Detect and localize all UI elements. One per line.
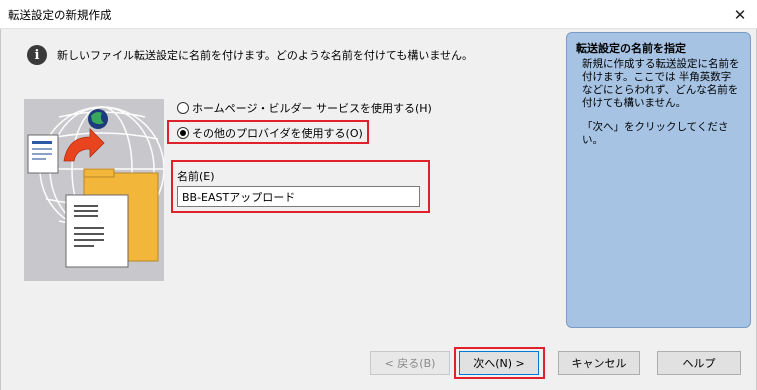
wizard-illustration [24, 99, 164, 281]
close-icon[interactable]: ✕ [723, 0, 757, 29]
radio-use-other-provider[interactable]: その他のプロバイダを使用する(O) [177, 125, 363, 141]
radio-label: ホームページ・ビルダー サービスを使用する(H) [192, 102, 432, 115]
radio-button-selected[interactable] [177, 127, 189, 139]
help-panel-body: 新規に作成する転送設定に名前を付けます。ここでは 半角英数字などにとらわれず、ど… [576, 58, 741, 147]
intro-row: i 新しいファイル転送設定に名前を付けます。どのような名前を付けても構いません。 [27, 45, 473, 65]
help-panel-text: 新規に作成する転送設定に名前を付けます。ここでは 半角英数字などにとらわれず、ど… [582, 58, 740, 109]
info-icon: i [27, 45, 47, 65]
radio-label: その他のプロバイダを使用する(O) [192, 127, 363, 140]
name-field-label: 名前(E) [177, 170, 215, 183]
intro-text: 新しいファイル転送設定に名前を付けます。どのような名前を付けても構いません。 [57, 49, 474, 62]
name-input[interactable] [177, 186, 420, 207]
window-title: 転送設定の新規作成 [8, 8, 112, 22]
radio-button[interactable] [177, 102, 189, 114]
radio-use-homepage-builder[interactable]: ホームページ・ビルダー サービスを使用する(H) [177, 100, 432, 116]
title-bar: 転送設定の新規作成 ✕ [0, 0, 757, 29]
back-button[interactable]: < 戻る(B) [370, 351, 450, 375]
globe-documents-illustration-icon [27, 106, 164, 268]
help-panel-hint: 「次へ」をクリックしてください。 [582, 121, 729, 146]
help-panel: 転送設定の名前を指定 新規に作成する転送設定に名前を付けます。ここでは 半角英数… [566, 32, 751, 328]
help-panel-title: 転送設定の名前を指定 [576, 42, 686, 55]
next-button[interactable]: 次へ(N) > [459, 351, 539, 375]
help-button[interactable]: ヘルプ [657, 351, 741, 375]
cancel-button[interactable]: キャンセル [558, 351, 640, 375]
